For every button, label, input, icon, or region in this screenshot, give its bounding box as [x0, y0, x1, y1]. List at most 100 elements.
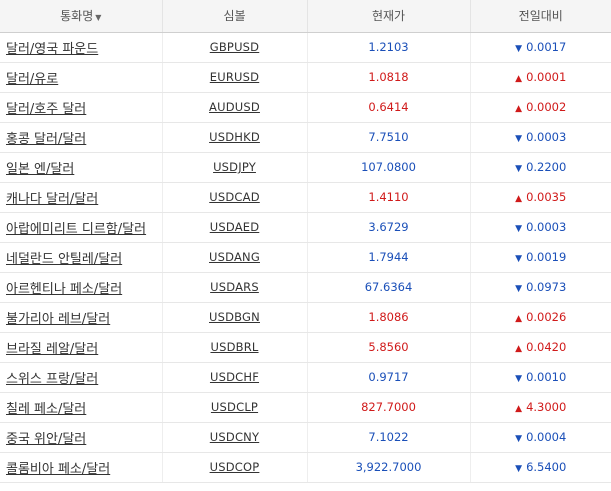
- symbol-link[interactable]: USDARS: [210, 280, 259, 294]
- table-row: 스위스 프랑/달러 USDCHF 0.9717 ▼ 0.0010: [0, 362, 611, 393]
- currency-name-link[interactable]: 달러/영국 파운드: [6, 42, 98, 57]
- symbol-link[interactable]: USDCNY: [210, 430, 259, 444]
- price-value: 1.0818: [306, 62, 470, 93]
- currency-name-link[interactable]: 콜롬비아 페소/달러: [6, 462, 110, 477]
- table-row: 캐나다 달러/달러 USDCAD 1.4110 ▲ 0.0035: [0, 182, 611, 213]
- table-row: 칠레 페소/달러 USDCLP 827.7000 ▲ 4.3000: [0, 392, 611, 423]
- column-header-name[interactable]: 통화명 ▼: [0, 0, 162, 33]
- currency-name-cell: 달러/유로: [0, 62, 162, 93]
- currency-name-link[interactable]: 칠레 페소/달러: [6, 402, 86, 417]
- currency-name-link[interactable]: 불가리아 레브/달러: [6, 312, 110, 327]
- symbol-cell: USDHKD: [161, 122, 307, 153]
- symbol-link[interactable]: USDCAD: [209, 190, 260, 204]
- arrow-up-icon: ▲: [515, 314, 523, 324]
- table-row: 아랍에미리트 디르함/달러 USDAED 3.6729 ▼ 0.0003: [0, 212, 611, 243]
- symbol-cell: AUDUSD: [161, 92, 307, 123]
- symbol-cell: USDBGN: [161, 302, 307, 333]
- price-value: 3,922.7000: [306, 452, 470, 483]
- symbol-link[interactable]: GBPUSD: [210, 40, 260, 54]
- change-cell: ▼ 6.5400: [469, 452, 611, 483]
- price-value: 827.7000: [306, 392, 470, 423]
- currency-name-link[interactable]: 달러/호주 달러: [6, 102, 86, 117]
- symbol-cell: USDJPY: [161, 152, 307, 183]
- change-cell: ▼ 0.0010: [469, 362, 611, 393]
- price-value: 107.0800: [306, 152, 470, 183]
- price-value: 5.8560: [306, 332, 470, 363]
- currency-name-cell: 아르헨티나 페소/달러: [0, 272, 162, 303]
- sort-down-icon[interactable]: ▼: [95, 13, 101, 22]
- currency-name-link[interactable]: 브라질 레알/달러: [6, 342, 98, 357]
- symbol-link[interactable]: EURUSD: [210, 70, 259, 84]
- symbol-link[interactable]: USDCLP: [211, 400, 258, 414]
- change-value: 4.3000: [526, 400, 567, 414]
- price-value: 0.9717: [306, 362, 470, 393]
- symbol-link[interactable]: USDBRL: [210, 340, 258, 354]
- symbol-link[interactable]: AUDUSD: [209, 100, 260, 114]
- table-row: 일본 엔/달러 USDJPY 107.0800 ▼ 0.2200: [0, 152, 611, 183]
- change-cell: ▲ 0.0001: [469, 62, 611, 93]
- change-value: 0.0973: [526, 280, 567, 294]
- symbol-cell: USDCHF: [161, 362, 307, 393]
- arrow-up-icon: ▲: [515, 194, 523, 204]
- price-value: 7.1022: [306, 422, 470, 453]
- table-row: 중국 위안/달러 USDCNY 7.1022 ▼ 0.0004: [0, 422, 611, 453]
- currency-name-link[interactable]: 네덜란드 안틸레/달러: [6, 252, 122, 267]
- currency-name-link[interactable]: 달러/유로: [6, 72, 58, 87]
- column-header-change: 전일대비: [469, 0, 611, 33]
- change-cell: ▲ 0.0420: [469, 332, 611, 363]
- currency-name-link[interactable]: 홍콩 달러/달러: [6, 132, 86, 147]
- symbol-link[interactable]: USDAED: [210, 220, 260, 234]
- symbol-link[interactable]: USDHKD: [209, 130, 260, 144]
- currency-name-cell: 브라질 레알/달러: [0, 332, 162, 363]
- price-value: 1.7944: [306, 242, 470, 273]
- change-cell: ▲ 0.0002: [469, 92, 611, 123]
- symbol-link[interactable]: USDCOP: [210, 460, 260, 474]
- symbol-cell: GBPUSD: [161, 32, 307, 63]
- price-value: 3.6729: [306, 212, 470, 243]
- change-cell: ▼ 0.0017: [469, 32, 611, 63]
- table-row: 달러/유로 EURUSD 1.0818 ▲ 0.0001: [0, 62, 611, 93]
- table-header-row: 통화명 ▼ 심볼 현재가 전일대비: [0, 0, 611, 33]
- arrow-down-icon: ▼: [515, 464, 523, 474]
- currency-name-cell: 스위스 프랑/달러: [0, 362, 162, 393]
- currency-name-cell: 네덜란드 안틸레/달러: [0, 242, 162, 273]
- table-row: 네덜란드 안틸레/달러 USDANG 1.7944 ▼ 0.0019: [0, 242, 611, 273]
- currency-name-link[interactable]: 캐나다 달러/달러: [6, 192, 98, 207]
- symbol-link[interactable]: USDCHF: [210, 370, 259, 384]
- arrow-down-icon: ▼: [515, 254, 523, 264]
- change-cell: ▼ 0.2200: [469, 152, 611, 183]
- column-header-symbol: 심볼: [161, 0, 307, 33]
- arrow-up-icon: ▲: [515, 404, 523, 414]
- change-value: 0.0420: [526, 340, 567, 354]
- symbol-cell: USDCOP: [161, 452, 307, 483]
- change-cell: ▲ 4.3000: [469, 392, 611, 423]
- currency-name-link[interactable]: 스위스 프랑/달러: [6, 372, 98, 387]
- change-value: 0.0003: [526, 220, 567, 234]
- symbol-link[interactable]: USDJPY: [213, 160, 256, 174]
- arrow-down-icon: ▼: [515, 224, 523, 234]
- change-value: 0.0001: [526, 70, 567, 84]
- symbol-link[interactable]: USDBGN: [209, 310, 260, 324]
- change-value: 0.0002: [526, 100, 567, 114]
- change-value: 0.0004: [526, 430, 567, 444]
- arrow-down-icon: ▼: [515, 44, 523, 54]
- column-header-name-label: 통화명: [60, 9, 94, 24]
- symbol-link[interactable]: USDANG: [209, 250, 260, 264]
- price-value: 1.8086: [306, 302, 470, 333]
- currency-name-link[interactable]: 아랍에미리트 디르함/달러: [6, 222, 146, 237]
- table-row: 불가리아 레브/달러 USDBGN 1.8086 ▲ 0.0026: [0, 302, 611, 333]
- symbol-cell: EURUSD: [161, 62, 307, 93]
- change-value: 0.0019: [526, 250, 567, 264]
- arrow-up-icon: ▲: [515, 104, 523, 114]
- currency-name-cell: 칠레 페소/달러: [0, 392, 162, 423]
- currency-table: 통화명 ▼ 심볼 현재가 전일대비 달러/영국 파운드 GBPUSD 1.2103 ▼ 0…: [0, 0, 611, 483]
- arrow-up-icon: ▲: [515, 344, 523, 354]
- symbol-cell: USDCLP: [161, 392, 307, 423]
- symbol-cell: USDCAD: [161, 182, 307, 213]
- currency-name-link[interactable]: 일본 엔/달러: [6, 162, 74, 177]
- change-value: 6.5400: [526, 460, 567, 474]
- change-cell: ▼ 0.0003: [469, 212, 611, 243]
- currency-name-link[interactable]: 아르헨티나 페소/달러: [6, 282, 122, 297]
- currency-name-link[interactable]: 중국 위안/달러: [6, 432, 86, 447]
- change-cell: ▼ 0.0003: [469, 122, 611, 153]
